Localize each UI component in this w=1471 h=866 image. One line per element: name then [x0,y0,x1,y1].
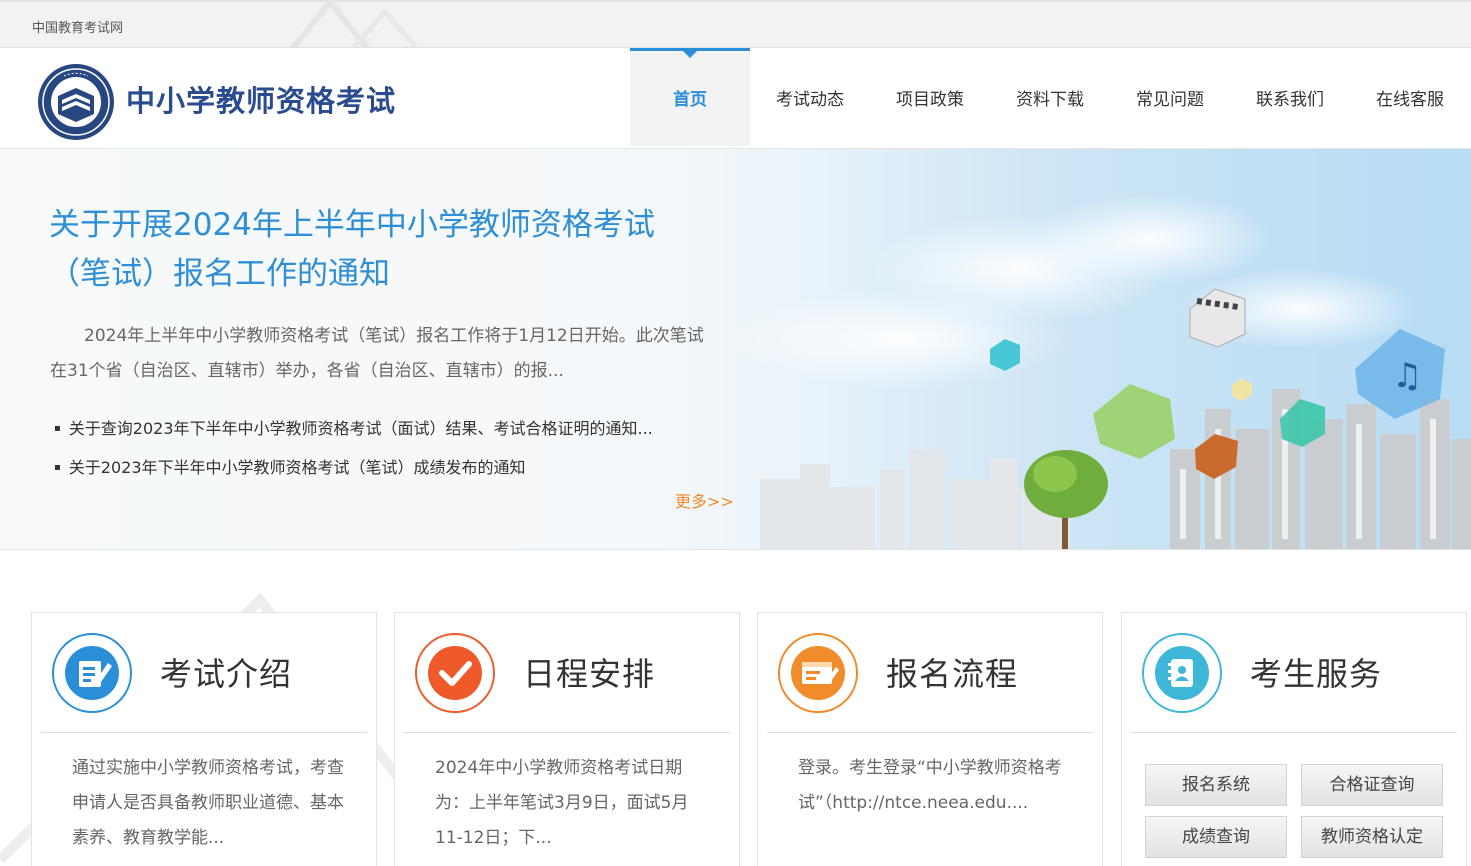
nav-policy[interactable]: 项目政策 [870,48,990,146]
card-candidate-service: 考生服务 报名系统 合格证查询 成绩查询 教师资格认定 [1121,612,1467,866]
exam-document-icon [52,633,132,713]
card-title: 考试介绍 [160,655,293,693]
card-title: 考生服务 [1250,655,1383,693]
site-name-link[interactable]: 中国教育考试网 [32,17,123,36]
teacher-certification-button[interactable]: 教师资格认定 [1301,816,1443,858]
card-title: 报名流程 [886,655,1019,693]
nav-exam-news[interactable]: 考试动态 [750,48,870,146]
svg-text:♫: ♫ [1392,356,1422,396]
score-query-button[interactable]: 成绩查询 [1145,816,1287,858]
news-item[interactable]: 关于2023年下半年中小学教师资格考试（笔试）成绩发布的通知 [54,450,653,489]
card-desc: 通过实施中小学教师资格考试，考查申请人是否具备教师职业道德、基本素养、教育教学能… [72,758,344,848]
registration-system-button[interactable]: 报名系统 [1145,764,1287,806]
checkmark-icon [415,633,495,713]
ntce-seal-icon[interactable] [36,62,116,142]
divider [1131,732,1457,733]
card-title: 日程安排 [523,655,656,693]
nav-contact[interactable]: 联系我们 [1230,48,1350,146]
main-nav: 首页 考试动态 项目政策 资料下载 常见问题 联系我们 在线客服 [630,48,1470,148]
header: 中小学教师资格考试 首页 考试动态 项目政策 资料下载 常见问题 联系我们 在线… [0,48,1471,149]
certificate-query-button[interactable]: 合格证查询 [1301,764,1443,806]
nav-downloads[interactable]: 资料下载 [990,48,1110,146]
card-desc: 登录。考生登录“中小学教师资格考试”（http://ntce.neea.edu.… [798,758,1062,813]
nav-home[interactable]: 首页 [630,48,750,146]
nav-faq[interactable]: 常见问题 [1110,48,1230,146]
divider [41,732,367,733]
headline-summary: 2024年上半年中小学教师资格考试（笔试）报名工作将于1月12日开始。此次笔试在… [50,326,704,381]
registration-form-icon [778,633,858,713]
nav-online-service[interactable]: 在线客服 [1350,48,1470,146]
card-registration[interactable]: 报名流程 登录。考生登录“中小学教师资格考试”（http://ntce.neea… [757,612,1103,866]
candidate-contact-icon [1142,633,1222,713]
mountain-decoration [290,2,419,47]
card-exam-intro[interactable]: 考试介绍 通过实施中小学教师资格考试，考查申请人是否具备教师职业道德、基本素养、… [31,612,377,866]
brand-title[interactable]: 中小学教师资格考试 [126,78,396,120]
headline-link[interactable]: 关于开展2024年上半年中小学教师资格考试（笔试）报名工作的通知 [49,201,709,299]
hero-banner: ♫ 关于开展2024年上半年中小学教师资格考试（笔试）报名工作的通知 2024年… [0,149,1471,550]
top-bar: 中国教育考试网 [0,0,1471,48]
more-link[interactable]: 更多>> [675,488,734,512]
card-schedule[interactable]: 日程安排 2024年中小学教师资格考试日期为：上半年笔试3月9日，面试5月11-… [394,612,740,866]
news-list: 关于查询2023年下半年中小学教师资格考试（面试）结果、考试合格证明的通知...… [54,411,653,489]
divider [767,732,1093,733]
card-desc: 2024年中小学教师资格考试日期为：上半年笔试3月9日，面试5月11-12日；下… [435,758,689,848]
news-item[interactable]: 关于查询2023年下半年中小学教师资格考试（面试）结果、考试合格证明的通知... [54,411,653,450]
divider [404,732,730,733]
